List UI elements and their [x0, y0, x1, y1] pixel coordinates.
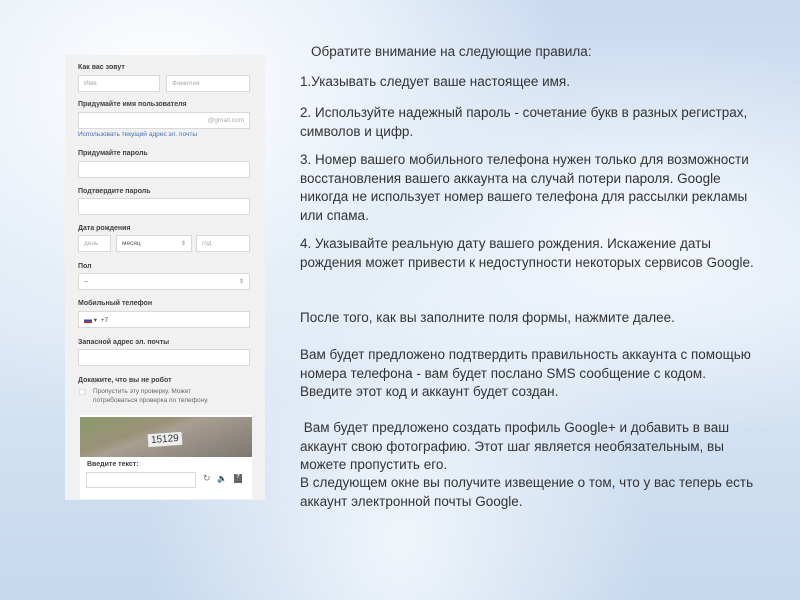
- month-value: месяц: [122, 240, 141, 247]
- robot-label: Докажите, что вы не робот: [78, 377, 172, 384]
- confirm-password-label: Подтвердите пароль: [78, 188, 151, 195]
- birthdate-label: Дата рождения: [78, 225, 131, 232]
- help-icon[interactable]: ?: [234, 474, 242, 483]
- confirm-password-input[interactable]: [78, 198, 250, 215]
- phone-label: Мобильный телефон: [78, 300, 153, 307]
- phone-code: +7: [100, 317, 109, 324]
- username-label: Придумайте имя пользователя: [78, 101, 187, 108]
- use-current-email-link[interactable]: Использовать текущий адрес эл. почты: [78, 131, 197, 138]
- select-caret-icon: ⇕: [180, 241, 186, 247]
- rule-1: 1.Указывать следует ваше настоящее имя.: [300, 74, 570, 89]
- last-name-input[interactable]: Фамилия: [166, 75, 250, 92]
- enter-text-label: Введите текст:: [87, 461, 139, 468]
- name-label: Как вас зовут: [78, 64, 125, 71]
- select-caret-icon: ⇕: [238, 279, 244, 285]
- first-name-input[interactable]: Имя: [78, 75, 160, 92]
- backup-email-label: Запасной адрес эл. почты: [78, 339, 170, 346]
- rule-3: 3. Номер вашего мобильного телефона нуже…: [300, 152, 749, 223]
- username-input[interactable]: @gmail.com: [78, 112, 250, 129]
- paragraph-sms: Вам будет предложено подтвердить правиль…: [300, 347, 751, 399]
- captcha-text: 15129: [147, 431, 183, 448]
- signup-form-screenshot: Как вас зовут Имя Фамилия Придумайте имя…: [65, 55, 265, 500]
- gender-select[interactable]: -- ⇕: [78, 273, 250, 290]
- phone-input[interactable]: ▾ +7: [78, 311, 250, 328]
- month-select[interactable]: месяц ⇕: [116, 235, 192, 252]
- skip-text: Пропустить эту проверку. Может потребова…: [93, 388, 209, 404]
- paragraph-final: В следующем окне вы получите извещение о…: [300, 475, 754, 509]
- russia-flag-icon[interactable]: [84, 317, 92, 323]
- refresh-icon[interactable]: ↻: [203, 473, 211, 484]
- audio-icon[interactable]: 🔈: [217, 474, 227, 483]
- paragraph-profile: Вам будет предложено создать профиль Goo…: [300, 420, 733, 472]
- skip-checkbox[interactable]: [79, 389, 85, 395]
- password-label: Придумайте пароль: [78, 150, 148, 157]
- gender-value: --: [84, 278, 89, 285]
- captcha-image: 15129: [80, 417, 252, 457]
- captcha-input[interactable]: [86, 472, 196, 488]
- gender-label: Пол: [78, 263, 92, 270]
- backup-email-input[interactable]: [78, 349, 250, 366]
- password-input[interactable]: [78, 161, 250, 178]
- paragraph-next: После того, как вы заполните поля формы,…: [300, 310, 675, 325]
- rules-title: Обратите внимание на следующие правила:: [311, 44, 592, 59]
- rule-2: 2. Используйте надежный пароль - сочетан…: [300, 105, 748, 139]
- day-input[interactable]: день: [78, 235, 111, 252]
- rule-4: 4. Указывайте реальную дату вашего рожде…: [300, 236, 754, 270]
- year-input[interactable]: год: [196, 235, 250, 252]
